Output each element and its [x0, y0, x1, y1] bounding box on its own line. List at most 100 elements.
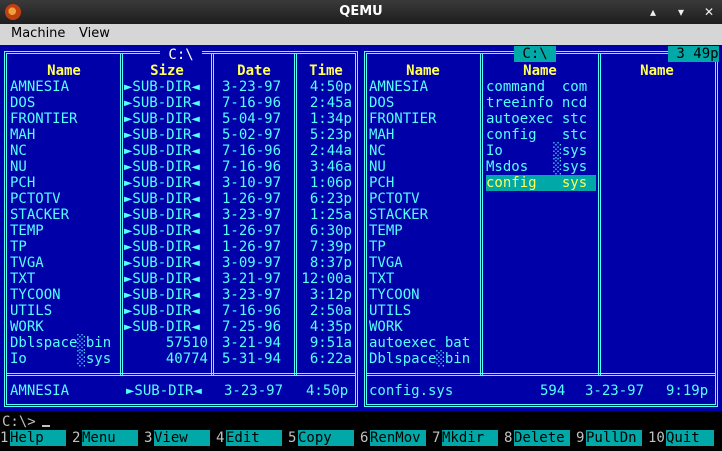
file-time[interactable]: 3:46a	[296, 159, 352, 175]
file-date[interactable]: 1-26-97	[222, 239, 281, 255]
file-date[interactable]: 3-21-97	[222, 271, 281, 287]
file-name[interactable]: STACKER	[369, 207, 428, 223]
file-name[interactable]: TVGA	[10, 255, 44, 271]
file-size[interactable]: ►SUB-DIR◄	[124, 127, 208, 143]
file-name[interactable]: WORK	[10, 319, 44, 335]
file-date[interactable]: 5-02-97	[222, 127, 281, 143]
file-name[interactable]: Msdos ░sys	[486, 159, 596, 175]
fkey-delete[interactable]: 8 Delete	[504, 430, 576, 446]
file-time[interactable]: 2:45a	[296, 95, 352, 111]
file-time[interactable]: 9:51a	[296, 335, 352, 351]
file-date[interactable]: 1-26-97	[222, 223, 281, 239]
file-size[interactable]: ►SUB-DIR◄	[124, 271, 208, 287]
file-name[interactable]: MAH	[10, 127, 35, 143]
file-name[interactable]: TP	[10, 239, 27, 255]
file-name[interactable]: Dblspace░bin	[369, 351, 470, 367]
file-time[interactable]: 7:39p	[296, 239, 352, 255]
fkey-copy[interactable]: 5 Copy	[288, 430, 360, 446]
file-size[interactable]: ►SUB-DIR◄	[124, 223, 208, 239]
file-name[interactable]: Dblspace░bin	[10, 335, 111, 351]
file-time[interactable]: 1:06p	[296, 175, 352, 191]
file-name[interactable]: NC	[369, 143, 386, 159]
file-date[interactable]: 3-23-97	[222, 79, 281, 95]
file-date[interactable]: 1-26-97	[222, 191, 281, 207]
file-size[interactable]: ►SUB-DIR◄	[124, 191, 208, 207]
file-name[interactable]: treeinfo ncd	[486, 95, 596, 111]
col-header-name[interactable]: Name	[602, 63, 712, 79]
file-size[interactable]: ►SUB-DIR◄	[124, 239, 208, 255]
file-size[interactable]: ►SUB-DIR◄	[124, 79, 208, 95]
file-name[interactable]: PCTOTV	[369, 191, 420, 207]
maximize-icon[interactable]: ▾	[672, 3, 690, 21]
fkey-mkdir[interactable]: 7 Mkdir	[432, 430, 504, 446]
file-size[interactable]: ►SUB-DIR◄	[124, 175, 208, 191]
file-time[interactable]: 6:23p	[296, 191, 352, 207]
file-size[interactable]: ►SUB-DIR◄	[124, 159, 208, 175]
file-name[interactable]: config stc	[486, 127, 596, 143]
file-name[interactable]: MAH	[369, 127, 394, 143]
file-size[interactable]: ►SUB-DIR◄	[124, 207, 208, 223]
file-size[interactable]: ►SUB-DIR◄	[124, 303, 208, 319]
file-date[interactable]: 5-31-94	[222, 351, 281, 367]
fkey-help[interactable]: 1 Help	[0, 430, 72, 446]
col-header-date[interactable]: Date	[215, 63, 293, 79]
file-date[interactable]: 3-10-97	[222, 175, 281, 191]
file-name[interactable]: UTILS	[369, 303, 411, 319]
file-name[interactable]: PCH	[369, 175, 394, 191]
file-name[interactable]: NU	[369, 159, 386, 175]
file-name[interactable]: FRONTIER	[10, 111, 77, 127]
file-name[interactable]: DOS	[369, 95, 394, 111]
file-name[interactable]: TVGA	[369, 255, 403, 271]
file-size[interactable]: ►SUB-DIR◄	[124, 111, 208, 127]
file-name[interactable]: autoexec bat	[369, 335, 470, 351]
file-name[interactable]: UTILS	[10, 303, 52, 319]
file-name[interactable]: NU	[10, 159, 27, 175]
file-name[interactable]: TXT	[369, 271, 394, 287]
file-size[interactable]: ►SUB-DIR◄	[124, 255, 208, 271]
file-date[interactable]: 7-16-96	[222, 95, 281, 111]
fkey-edit[interactable]: 4 Edit	[216, 430, 288, 446]
file-name[interactable]: DOS	[10, 95, 35, 111]
file-name[interactable]: PCTOTV	[10, 191, 61, 207]
file-date[interactable]: 3-21-94	[222, 335, 281, 351]
file-name[interactable]: Io ░sys	[10, 351, 111, 367]
file-time[interactable]: 2:44a	[296, 143, 352, 159]
left-file-panel[interactable]: C:\ Name Size Date Time AMNESIA ►SUB-DIR◄…	[0, 45, 362, 411]
file-time[interactable]: 1:25a	[296, 207, 352, 223]
file-time[interactable]: 2:50a	[296, 303, 352, 319]
file-date[interactable]: 3-09-97	[222, 255, 281, 271]
file-name[interactable]: AMNESIA	[10, 79, 69, 95]
minimize-icon[interactable]: ▴	[644, 3, 662, 21]
file-name[interactable]: TYCOON	[369, 287, 420, 303]
file-name[interactable]: autoexec stc	[486, 111, 596, 127]
file-size[interactable]: ►SUB-DIR◄	[124, 287, 208, 303]
col-header-time[interactable]: Time	[298, 63, 354, 79]
file-time[interactable]: 6:30p	[296, 223, 352, 239]
file-time[interactable]: 6:22a	[296, 351, 352, 367]
file-size[interactable]: 40774	[124, 351, 208, 367]
file-name[interactable]: command com	[486, 79, 596, 95]
file-date[interactable]: 7-16-96	[222, 303, 281, 319]
col-header-name[interactable]: Name	[368, 63, 478, 79]
fkey-view[interactable]: 3 View	[144, 430, 216, 446]
file-date[interactable]: 7-16-96	[222, 159, 281, 175]
title-bar[interactable]: QEMU ▴ ▾ ✕	[0, 0, 722, 24]
file-time[interactable]: 12:00a	[296, 271, 352, 287]
file-size[interactable]: ►SUB-DIR◄	[124, 319, 208, 335]
file-time[interactable]: 4:50p	[296, 79, 352, 95]
file-name[interactable]: TEMP	[369, 223, 403, 239]
file-date[interactable]: 7-16-96	[222, 143, 281, 159]
fkey-quit[interactable]: 10 Quit	[648, 430, 720, 446]
file-size[interactable]: ►SUB-DIR◄	[124, 95, 208, 111]
menu-machine[interactable]: Machine	[11, 26, 65, 41]
file-name[interactable]: STACKER	[10, 207, 69, 223]
fkey-pulldn[interactable]: 9 PullDn	[576, 430, 648, 446]
selected-file[interactable]: config sys	[486, 175, 596, 191]
file-name[interactable]: FRONTIER	[369, 111, 436, 127]
dos-screen[interactable]: C:\ Name Size Date Time AMNESIA ►SUB-DIR◄…	[0, 45, 722, 451]
file-date[interactable]: 7-25-96	[222, 319, 281, 335]
command-input[interactable]	[50, 414, 710, 430]
file-name[interactable]: WORK	[369, 319, 403, 335]
file-time[interactable]: 5:23p	[296, 127, 352, 143]
file-time[interactable]: 1:34p	[296, 111, 352, 127]
